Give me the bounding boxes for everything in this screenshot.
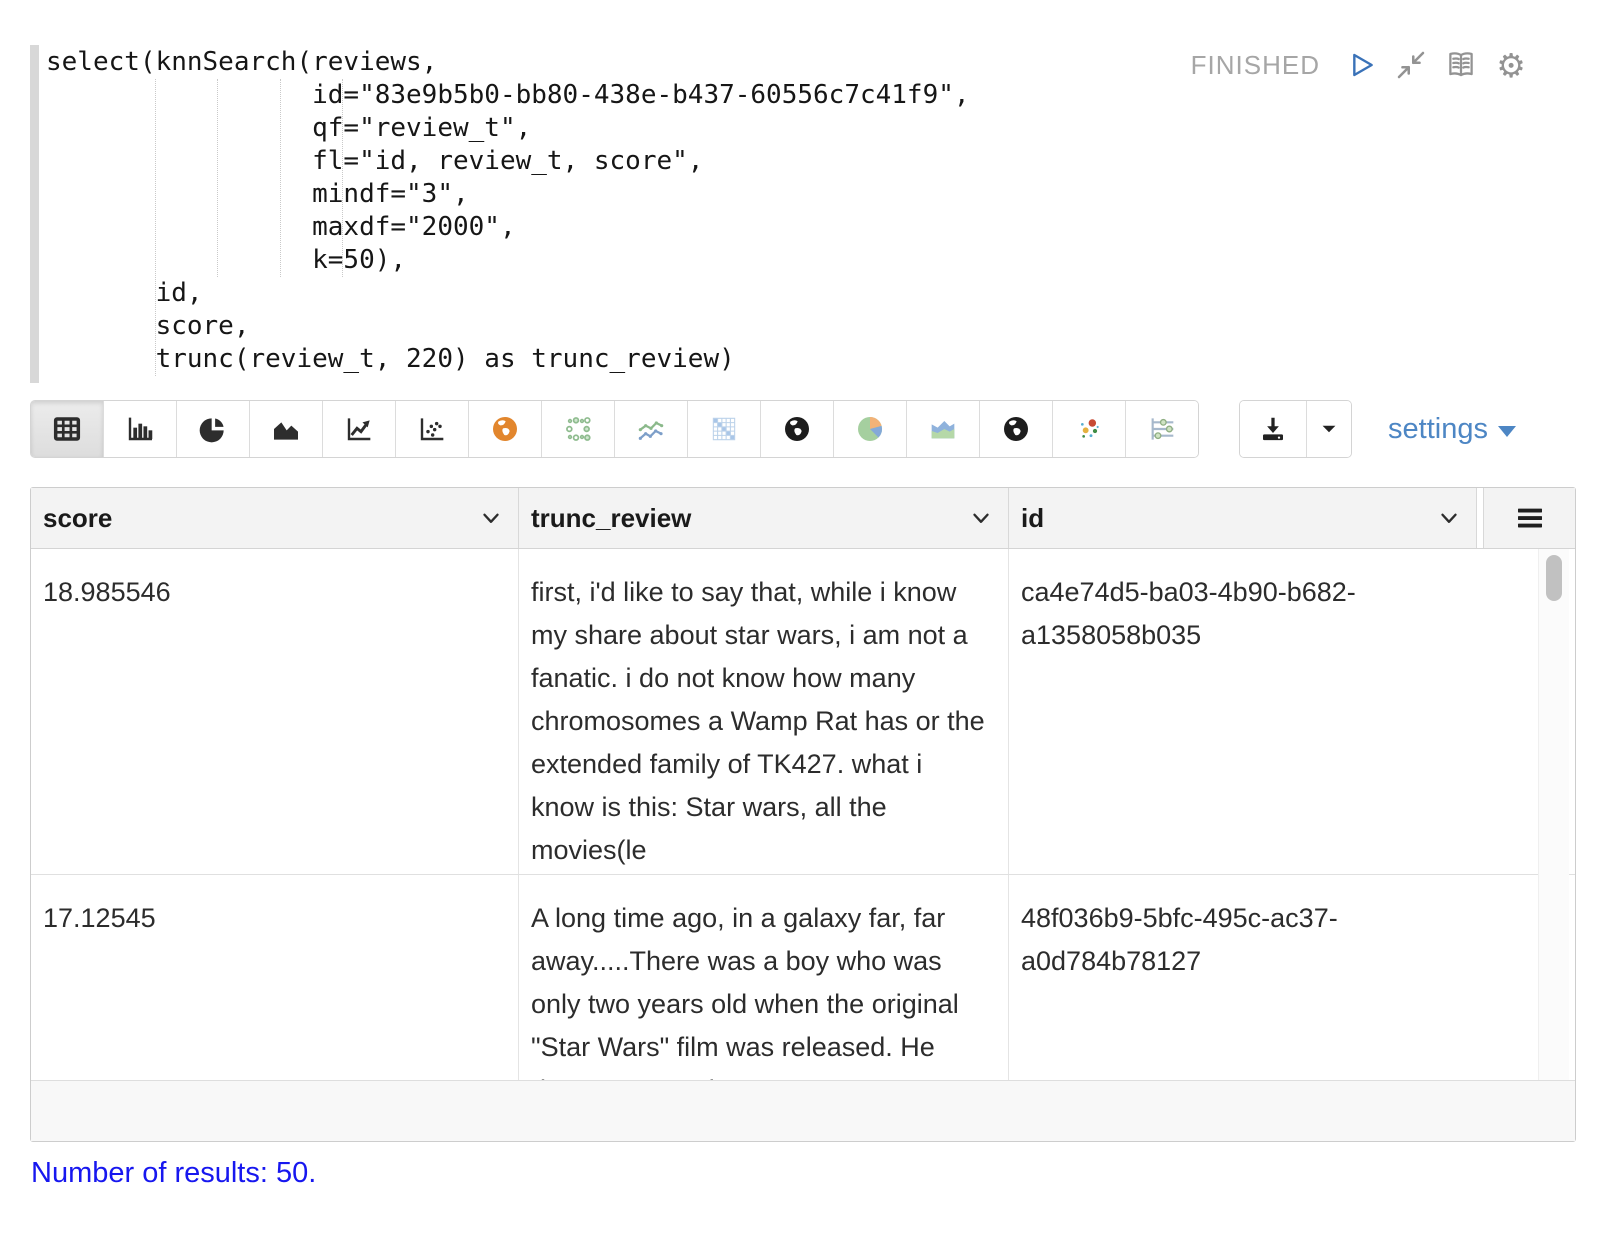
column-label: trunc_review [531, 503, 691, 534]
vertical-scrollbar-thumb[interactable] [1546, 555, 1562, 601]
settings-link[interactable]: settings [1388, 413, 1516, 446]
visualization-toolbar: settings [30, 400, 1576, 458]
header-gap [1477, 488, 1484, 548]
code-line: trunc(review_t, 220) as trunc_review) [46, 343, 970, 376]
indent-guide [280, 79, 281, 277]
chevron-down-icon[interactable] [478, 505, 504, 531]
globe-dark-icon [781, 413, 813, 445]
code-line: mindf="3", [46, 178, 970, 211]
globe-dark2-icon [1000, 413, 1032, 445]
chart-map-dark-button[interactable] [761, 401, 834, 457]
hamburger-icon [1514, 502, 1546, 534]
code-line: score, [46, 310, 970, 343]
compress-icon[interactable] [1394, 48, 1428, 82]
chart-bubble-matrix-button[interactable] [542, 401, 615, 457]
heatmap-icon [708, 413, 740, 445]
settings-label: settings [1388, 413, 1488, 446]
download-options-button[interactable] [1307, 401, 1351, 457]
chart-table-button[interactable] [31, 401, 104, 457]
gear-icon[interactable]: ⚙ [1494, 48, 1528, 82]
chart-map-dark2-button[interactable] [980, 401, 1053, 457]
book-icon[interactable] [1444, 48, 1478, 82]
chevron-down-icon[interactable] [968, 505, 994, 531]
chevron-down-icon [1498, 426, 1516, 437]
table-row: 17.12545 A long time ago, in a galaxy fa… [31, 875, 1575, 1080]
chart-facets-button[interactable] [1126, 401, 1198, 457]
code-line: select(knnSearch(reviews, [46, 46, 970, 79]
table-menu-button[interactable] [1484, 488, 1575, 548]
cell-id: ca4e74d5-ba03-4b90-b682-a1358058b035 [1009, 549, 1575, 874]
table-row: 18.985546 first, i'd like to say that, w… [31, 549, 1575, 875]
pie-color-icon [854, 413, 886, 445]
chart-area-color-button[interactable] [907, 401, 980, 457]
chart-bar-button[interactable] [104, 401, 177, 457]
bar-chart-icon [124, 413, 156, 445]
chevron-down-icon[interactable] [1436, 505, 1462, 531]
indent-guide [155, 79, 156, 376]
globe-orange-icon [489, 413, 521, 445]
pie-chart-icon [197, 413, 229, 445]
indent-guide [217, 79, 218, 277]
chart-area-button[interactable] [250, 401, 323, 457]
line-chart-icon [343, 413, 375, 445]
chart-pie-button[interactable] [177, 401, 250, 457]
facet-sliders-icon [1146, 413, 1178, 445]
result-table: score trunc_review id [30, 487, 1576, 1142]
cell-id: 48f036b9-5bfc-495c-ac37-a0d784b78127 [1009, 875, 1575, 1080]
chart-bubbles-button[interactable] [1053, 401, 1126, 457]
editor-gutter [30, 45, 39, 383]
multi-line-chart-icon [635, 413, 667, 445]
code-line: maxdf="2000", [46, 211, 970, 244]
area-color-icon [927, 413, 959, 445]
horizontal-scrollbar-track[interactable] [31, 1080, 1575, 1141]
cell-score: 17.12545 [31, 875, 519, 1080]
caret-down-icon [1318, 418, 1340, 440]
indent-guide [342, 79, 343, 277]
chart-heatmap-button[interactable] [688, 401, 761, 457]
status-badge: FINISHED [1191, 50, 1320, 81]
download-icon [1258, 414, 1288, 444]
chart-scatter-button[interactable] [396, 401, 469, 457]
chart-type-group [30, 400, 1199, 458]
cell-score: 18.985546 [31, 549, 519, 874]
column-header-score[interactable]: score [31, 488, 519, 548]
column-label: id [1021, 503, 1044, 534]
paragraph-controls: FINISHED ⚙ [1191, 46, 1528, 84]
chart-pie-color-button[interactable] [834, 401, 907, 457]
results-count-text: Number of results: 50. [31, 1157, 316, 1190]
chart-line-button[interactable] [323, 401, 396, 457]
download-button[interactable] [1240, 401, 1307, 457]
bubbles-color-icon [1073, 413, 1105, 445]
play-icon[interactable] [1344, 48, 1378, 82]
code-line: id="83e9b5b0-bb80-438e-b437-60556c7c41f9… [46, 79, 970, 112]
code-line: qf="review_t", [46, 112, 970, 145]
chart-map-orange-button[interactable] [469, 401, 542, 457]
cell-trunc-review: first, i'd like to say that, while i kno… [519, 549, 1009, 874]
column-header-trunc-review[interactable]: trunc_review [519, 488, 1009, 548]
code-line: k=50), [46, 244, 970, 277]
column-header-id[interactable]: id [1009, 488, 1477, 548]
cell-trunc-review: A long time ago, in a galaxy far, far aw… [519, 875, 1009, 1080]
table-header-row: score trunc_review id [31, 488, 1575, 549]
area-chart-icon [270, 413, 302, 445]
export-group [1239, 400, 1352, 458]
table-icon [51, 413, 83, 445]
code-line: fl="id, review_t, score", [46, 145, 970, 178]
scatter-chart-icon [416, 413, 448, 445]
vertical-scrollbar-track[interactable] [1538, 549, 1569, 1080]
bubble-matrix-icon [562, 413, 594, 445]
table-body: 18.985546 first, i'd like to say that, w… [31, 549, 1575, 1080]
code-editor[interactable]: select(knnSearch(reviews, id="83e9b5b0-b… [46, 46, 970, 376]
chart-multi-line-button[interactable] [615, 401, 688, 457]
column-label: score [43, 503, 112, 534]
code-line: id, [46, 277, 970, 310]
